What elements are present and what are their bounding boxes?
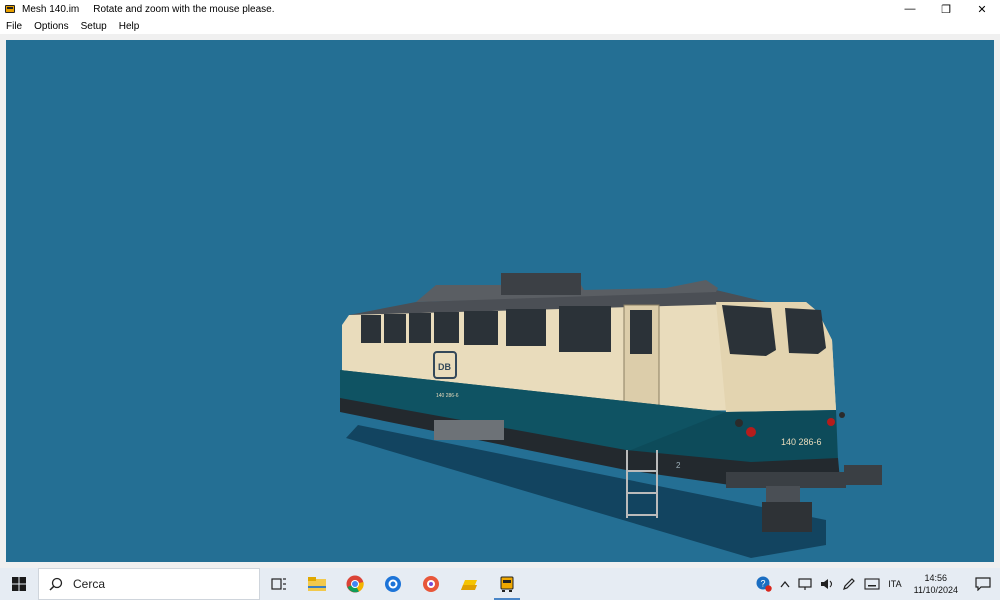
notification-center-button[interactable] [966,568,1000,600]
folder-app-button[interactable] [450,568,488,600]
network-icon [798,578,812,590]
clock-time: 14:56 [924,573,948,583]
browser-icon [385,576,401,592]
media-app-icon [423,576,439,592]
chrome-icon [346,575,364,593]
chevron-up-icon [780,580,790,588]
menu-file[interactable]: File [0,21,28,32]
mesh-viewer-icon [500,576,514,592]
front-number-label: 140 286-6 [781,437,822,447]
pen-icon [843,578,856,590]
end-number-label: 2 [676,461,681,470]
taskbar: Cerca ? ITA 14:56 11/10/2024 [0,568,1000,600]
window-hint: Rotate and zoom with the mouse please. [93,3,275,15]
folder-app-icon [461,580,477,590]
start-button[interactable] [0,568,38,600]
media-app-button[interactable] [412,568,450,600]
search-placeholder: Cerca [73,577,106,591]
browser-button[interactable] [374,568,412,600]
restore-button[interactable]: ❐ [928,0,964,18]
svg-text:?: ? [761,579,766,589]
menu-bar: File Options Setup Help [0,18,1000,34]
3d-viewport[interactable]: 140 286-6 140 286-6 DB 2 [6,40,994,562]
search-box[interactable]: Cerca [38,568,260,600]
windows-logo-icon [12,577,26,591]
help-tray-button[interactable]: ? [752,568,776,600]
mesh-viewer-button[interactable] [488,568,526,600]
app-locomotive-icon [4,3,16,15]
file-explorer-button[interactable] [298,568,336,600]
menu-options[interactable]: Options [28,21,74,32]
system-tray: ? ITA 14:56 11/10/2024 [752,568,1000,600]
clock[interactable]: 14:56 11/10/2024 [906,572,966,596]
task-view-button[interactable] [260,568,298,600]
title-bar: Mesh 140.im Rotate and zoom with the mou… [0,0,1000,18]
volume-tray-button[interactable] [816,568,838,600]
keyboard-icon [864,578,880,590]
language-indicator[interactable]: ITA [884,568,905,600]
clock-date: 11/10/2024 [913,585,958,595]
db-logo: DB [438,362,451,372]
locomotive-model: 140 286-6 140 286-6 DB 2 [340,273,882,558]
notification-icon [975,577,991,591]
chrome-button[interactable] [336,568,374,600]
show-hidden-icons-button[interactable] [776,568,794,600]
window-title: Mesh 140.im [22,3,80,15]
keyboard-tray-button[interactable] [860,568,884,600]
task-view-icon [271,578,286,590]
speaker-icon [821,579,833,589]
minimize-button[interactable]: — [892,0,928,18]
menu-help[interactable]: Help [113,21,146,32]
help-icon: ? [756,576,772,592]
menu-setup[interactable]: Setup [75,21,113,32]
file-explorer-icon [308,577,326,591]
pen-tray-button[interactable] [838,568,860,600]
search-icon [49,577,63,591]
close-button[interactable]: ✕ [964,0,1000,18]
side-number-label: 140 286-6 [436,393,459,399]
network-tray-button[interactable] [794,568,816,600]
